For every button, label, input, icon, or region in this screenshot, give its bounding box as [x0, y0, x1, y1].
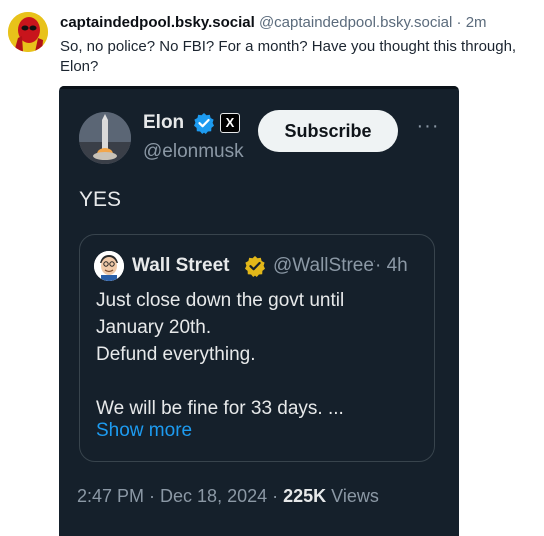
quoted-author-avatar [94, 251, 124, 281]
more-icon: ··· [416, 115, 440, 137]
bsky-avatar[interactable] [8, 12, 48, 52]
tweet-author-name: Elon [143, 112, 185, 133]
quoted-text: Just close down the govt until January 2… [96, 287, 426, 422]
post-time[interactable]: 2m [466, 14, 487, 31]
verified-gold-icon [245, 256, 265, 277]
views-count: 225K [283, 486, 327, 506]
show-more-link: Show more [96, 420, 193, 441]
views-label: Views [331, 486, 379, 506]
tweet-author-avatar [79, 112, 131, 164]
verified-icon [194, 113, 214, 134]
quoted-line: We will be fine for 33 days. ... [96, 398, 344, 419]
tweet-author-handle: @elonmusk [143, 141, 244, 162]
tweet-body: YES [79, 188, 122, 211]
quoted-line [96, 368, 426, 395]
quoted-line: January 20th. [96, 317, 212, 338]
quoted-author-handle: @WallStreetSilver [273, 255, 375, 276]
subscribe-button: Subscribe [258, 110, 398, 152]
rocket-launch-avatar-icon [79, 112, 131, 164]
quoted-author-name: Wall Street [132, 255, 230, 276]
post-header: captaindedpool.bsky.social @captaindedpo… [60, 14, 487, 31]
quoted-line: Defund everything. [96, 344, 256, 365]
deadpool-avatar-icon [8, 12, 48, 52]
cartoon-man-avatar-icon [94, 251, 124, 281]
post-separator: · [456, 14, 462, 31]
post-author-name[interactable]: captaindedpool.bsky.social [60, 14, 255, 31]
quoted-separator: · [375, 255, 382, 276]
quoted-time: · 4h [375, 255, 408, 277]
quoted-time-value: 4h [386, 255, 408, 276]
tweet-timestamp: 2:47 PM · Dec 18, 2024 · [77, 486, 284, 506]
tweet-meta: 2:47 PM · Dec 18, 2024 · 225K Views [77, 486, 379, 507]
quoted-tweet: Wall Street @WallStreetSilver · 4h Just … [79, 234, 435, 462]
embedded-image[interactable]: Elon X @elonmusk Subscribe ··· YES Wall … [59, 86, 459, 536]
quoted-line: Just close down the govt until [96, 290, 345, 311]
x-logo-icon: X [220, 113, 240, 133]
post-text: So, no police? No FBI? For a month? Have… [60, 38, 517, 75]
post-author-handle[interactable]: @captaindedpool.bsky.social [259, 14, 452, 31]
